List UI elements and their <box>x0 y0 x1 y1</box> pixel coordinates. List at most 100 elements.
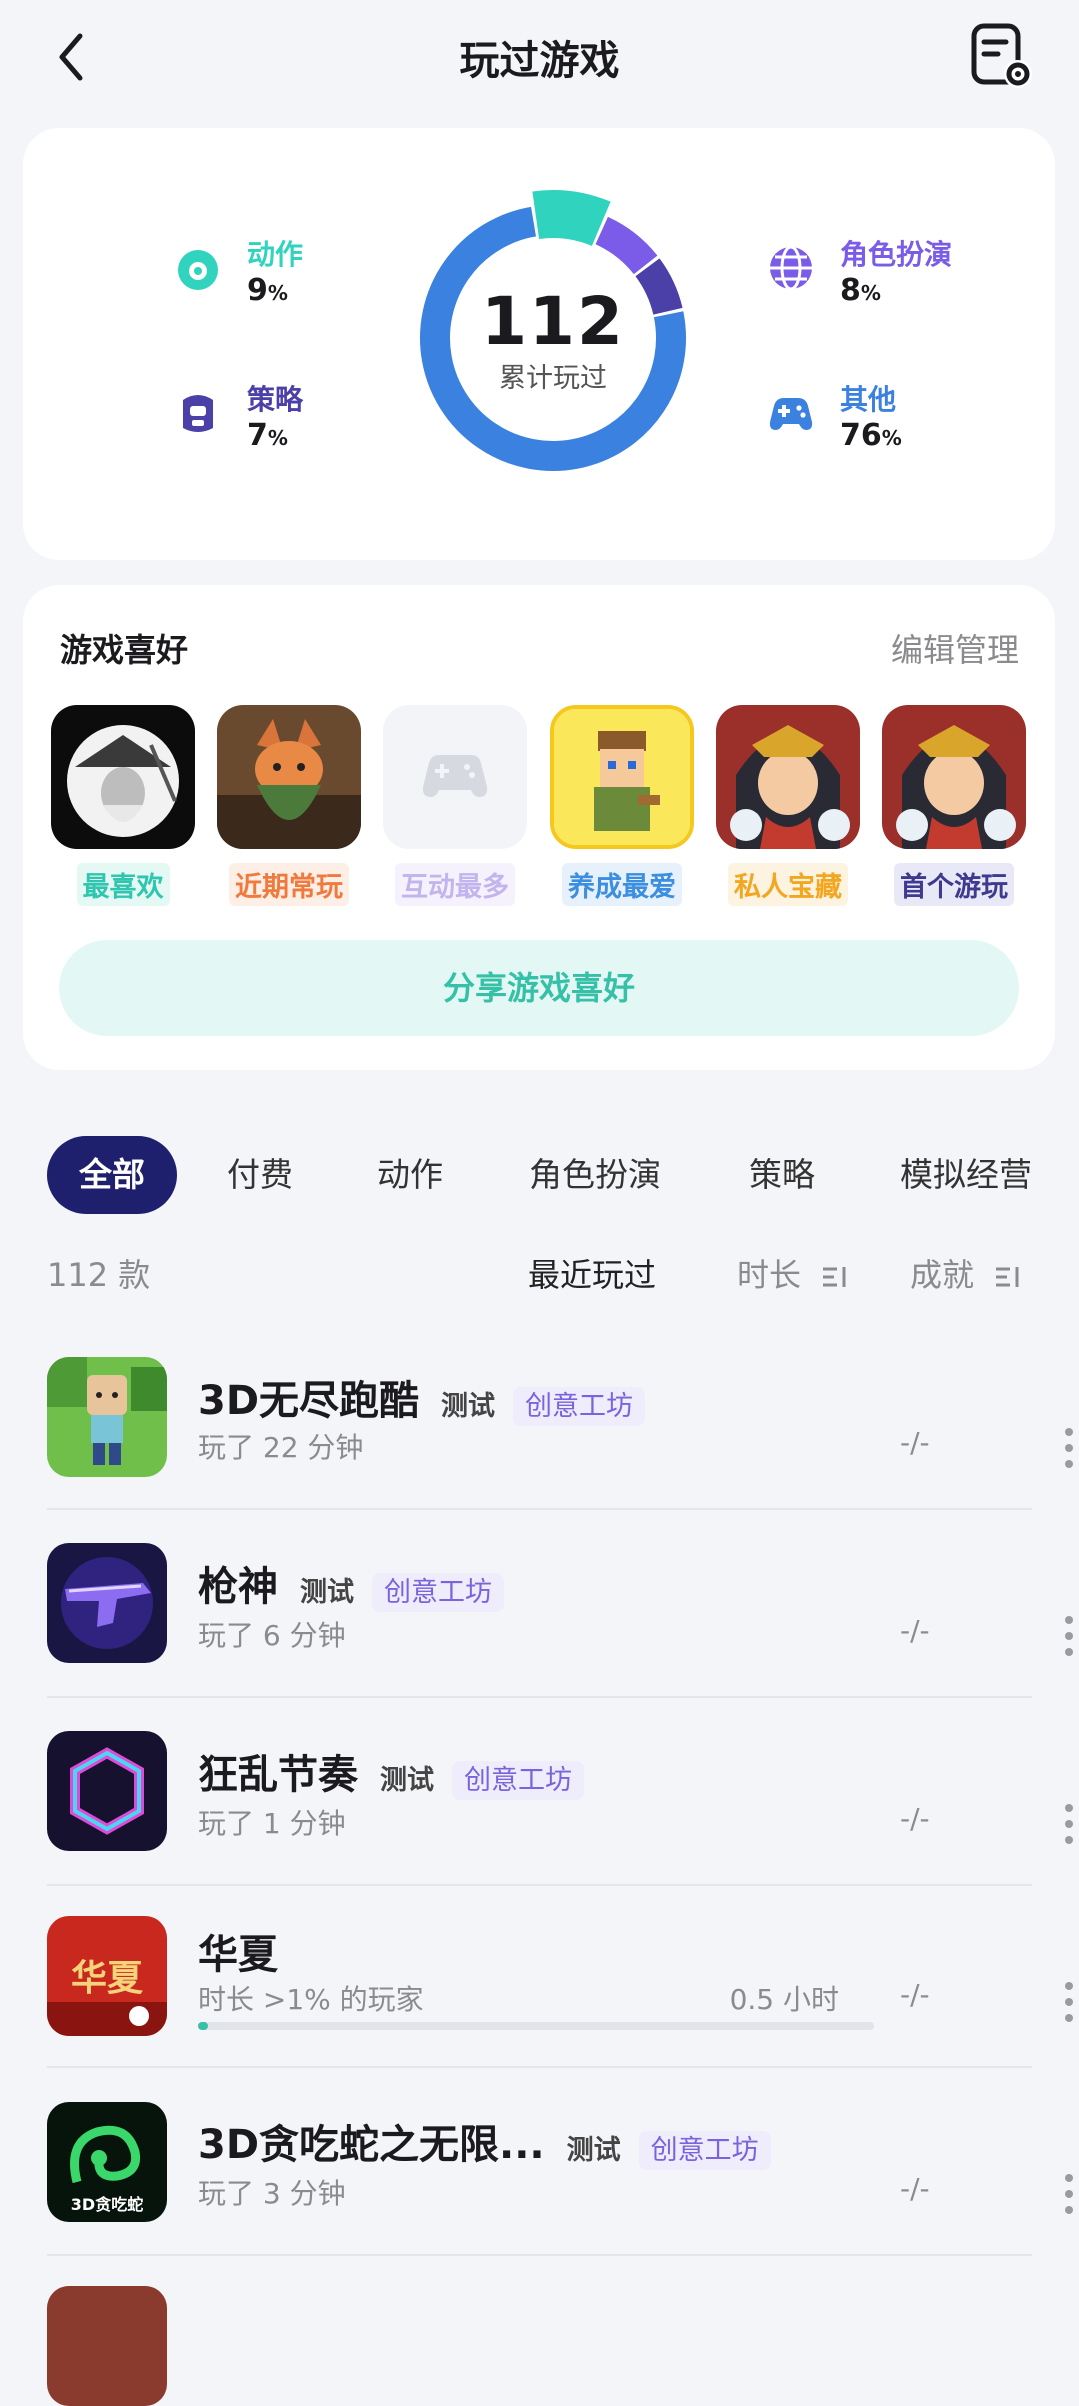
game-icon <box>47 1543 167 1663</box>
game-name: 枪神 <box>198 1564 278 1610</box>
achievement-progress: -/- <box>900 2172 930 2205</box>
gamepad-placeholder-icon <box>422 755 488 797</box>
more-options-icon[interactable] <box>1059 1982 1079 2030</box>
play-hours: 0.5 小时 <box>729 1983 839 2016</box>
preferences-title: 游戏喜好 <box>60 631 189 669</box>
play-duration: 玩了 22 分钟 <box>198 1431 364 1464</box>
gamepad-icon <box>769 398 813 430</box>
pct-sign: % <box>881 426 902 450</box>
game-title: 华夏 <box>198 1922 278 1980</box>
game-icon-text: 华夏 <box>71 1958 144 1999</box>
pct-sign: % <box>267 281 288 305</box>
pref-item-first[interactable]: 首个游玩 <box>882 705 1026 906</box>
game-thumbnail <box>882 705 1026 849</box>
share-preferences-button[interactable]: 分享游戏喜好 <box>59 940 1019 1036</box>
legend-action-pct: 9% <box>247 273 288 308</box>
pct-sign: % <box>267 426 288 450</box>
game-thumbnail <box>217 705 361 849</box>
workshop-badge: 创意工坊 <box>638 2130 771 2170</box>
game-thumbnail <box>550 705 694 849</box>
game-icon-text: 3D贪吃蛇 <box>71 2195 143 2214</box>
game-row[interactable]: 华夏 华夏 时长 >1% 的玩家 0.5 小时 -/- <box>47 1886 1073 2068</box>
game-icon: 华夏 <box>47 1916 167 2036</box>
legend-action-pct-value: 9 <box>247 273 268 308</box>
workshop-badge: 创意工坊 <box>452 1760 584 1800</box>
pref-tag: 养成最爱 <box>562 863 682 906</box>
pref-item-nurture[interactable]: 养成最爱 <box>550 705 694 906</box>
game-preferences-card: 游戏喜好 编辑管理 最喜欢 近期常玩 互动最多 养成最爱 私人宝藏 首个游玩 分… <box>23 585 1055 1070</box>
duration-progress-fill <box>198 2022 209 2030</box>
legend-roleplay-pct-value: 8 <box>840 273 861 308</box>
pct-sign: % <box>860 281 881 305</box>
test-badge: 测试 <box>380 1764 434 1796</box>
achievement-progress: -/- <box>900 1614 930 1647</box>
game-name: 华夏 <box>198 1932 278 1978</box>
game-icon <box>47 1731 167 1851</box>
duration-rank: 时长 >1% 的玩家 <box>198 1983 424 2016</box>
tab-simulation[interactable]: 模拟经营 <box>900 1136 1032 1214</box>
sort-icon <box>996 1267 1019 1287</box>
legend-roleplay-label: 角色扮演 <box>840 238 953 271</box>
play-duration: 玩了 1 分钟 <box>198 1807 346 1840</box>
game-title: 3D贪吃蛇之无限... 测试 创意工坊 <box>198 2112 771 2170</box>
sort-duration[interactable]: 时长 <box>737 1250 849 1296</box>
tab-paid[interactable]: 付费 <box>227 1136 293 1214</box>
game-row[interactable]: 3D无尽跑酷 测试 创意工坊 玩了 22 分钟 -/- <box>47 1340 1073 1510</box>
sort-recent[interactable]: 最近玩过 <box>528 1250 656 1296</box>
total-played-count: 112 <box>481 283 625 360</box>
stats-card: 112 累计玩过 动作 9% 策略 7% 角色扮演 8% 其他 76% <box>23 128 1055 560</box>
sort-bar: 112 款 最近玩过 时长 成就 <box>47 1250 1032 1300</box>
more-options-icon[interactable] <box>1059 1804 1079 1852</box>
more-options-icon[interactable] <box>1059 2174 1079 2222</box>
list-settings-button[interactable] <box>968 22 1038 92</box>
header: 玩过游戏 <box>0 0 1079 120</box>
action-icon <box>178 250 218 290</box>
game-row[interactable]: 3D贪吃蛇 3D贪吃蛇之无限... 测试 创意工坊 玩了 3 分钟 -/- <box>47 2068 1073 2256</box>
game-icon <box>47 2286 167 2406</box>
achievement-progress: -/- <box>900 1426 930 1459</box>
achievement-progress: -/- <box>900 1978 930 2011</box>
strategy-icon <box>183 395 213 432</box>
tab-all[interactable]: 全部 <box>47 1136 177 1214</box>
category-tabs: 全部 付费 动作 角色扮演 策略 模拟经营 <box>47 1136 1079 1216</box>
donut-segment-roleplay <box>595 216 658 275</box>
game-name: 狂乱节奏 <box>198 1752 358 1798</box>
sort-achievement[interactable]: 成就 <box>910 1250 1022 1296</box>
legend-roleplay-pct: 8% <box>840 273 881 308</box>
play-duration: 玩了 6 分钟 <box>198 1619 346 1652</box>
donut-segment-action <box>532 190 611 247</box>
test-badge: 测试 <box>300 1576 354 1608</box>
game-row[interactable]: 枪神 测试 创意工坊 玩了 6 分钟 -/- <box>47 1510 1073 1698</box>
edit-manage-link[interactable]: 编辑管理 <box>891 625 1019 671</box>
tab-strategy[interactable]: 策略 <box>749 1136 815 1214</box>
game-name: 3D无尽跑酷 <box>198 1378 420 1424</box>
tab-action[interactable]: 动作 <box>377 1136 443 1214</box>
globe-icon <box>770 245 812 291</box>
sort-icon <box>823 1267 846 1287</box>
legend-other-pct-value: 76 <box>840 418 882 453</box>
pref-tag: 首个游玩 <box>894 863 1014 906</box>
more-options-icon[interactable] <box>1059 1428 1079 1476</box>
legend-other-label: 其他 <box>840 383 897 416</box>
workshop-badge: 创意工坊 <box>513 1386 646 1426</box>
legend-strategy-pct: 7% <box>247 418 288 453</box>
list-settings-icon <box>971 23 1032 88</box>
more-options-icon[interactable] <box>1059 1616 1079 1664</box>
pref-item-recent[interactable]: 近期常玩 <box>217 705 361 906</box>
game-row[interactable] <box>47 2256 1032 2406</box>
page-title: 玩过游戏 <box>459 38 620 84</box>
game-row[interactable]: 狂乱节奏 测试 创意工坊 玩了 1 分钟 -/- <box>47 1698 1073 1886</box>
sort-duration-label: 时长 <box>737 1256 802 1294</box>
tab-roleplay[interactable]: 角色扮演 <box>529 1136 661 1214</box>
game-thumbnail <box>51 705 195 849</box>
pref-item-interaction[interactable]: 互动最多 <box>383 705 527 906</box>
test-badge: 测试 <box>566 2134 621 2166</box>
game-name: 3D贪吃蛇之无限... <box>198 2122 545 2168</box>
pref-item-treasure[interactable]: 私人宝藏 <box>716 705 860 906</box>
pref-item-favorite[interactable]: 最喜欢 <box>51 705 195 906</box>
test-badge: 测试 <box>441 1390 496 1422</box>
play-duration: 玩了 3 分钟 <box>198 2177 346 2210</box>
duration-progress-bar <box>198 2022 874 2030</box>
game-count: 112 款 <box>47 1256 151 1294</box>
pref-tag: 互动最多 <box>395 863 515 906</box>
